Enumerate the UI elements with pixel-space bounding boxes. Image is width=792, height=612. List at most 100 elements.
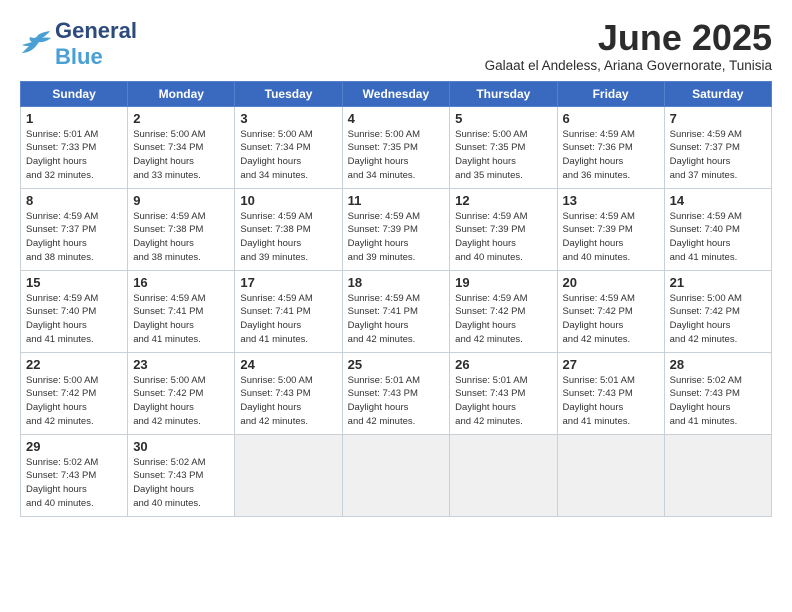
day-info: Sunrise: 4:59 AM Sunset: 7:40 PM Dayligh… [670, 210, 766, 265]
day-number: 26 [455, 357, 551, 372]
day-number: 6 [563, 111, 659, 126]
table-row: 6 Sunrise: 4:59 AM Sunset: 7:36 PM Dayli… [557, 106, 664, 188]
day-number: 3 [240, 111, 336, 126]
day-number: 8 [26, 193, 122, 208]
day-info: Sunrise: 5:00 AM Sunset: 7:43 PM Dayligh… [240, 374, 336, 429]
table-row: 21 Sunrise: 5:00 AM Sunset: 7:42 PM Dayl… [664, 270, 771, 352]
table-row [235, 434, 342, 516]
table-row [450, 434, 557, 516]
table-row: 8 Sunrise: 4:59 AM Sunset: 7:37 PM Dayli… [21, 188, 128, 270]
col-friday: Friday [557, 81, 664, 106]
day-number: 2 [133, 111, 229, 126]
day-info: Sunrise: 5:02 AM Sunset: 7:43 PM Dayligh… [670, 374, 766, 429]
table-row: 11 Sunrise: 4:59 AM Sunset: 7:39 PM Dayl… [342, 188, 450, 270]
day-info: Sunrise: 5:00 AM Sunset: 7:42 PM Dayligh… [670, 292, 766, 347]
table-row: 28 Sunrise: 5:02 AM Sunset: 7:43 PM Dayl… [664, 352, 771, 434]
page: General Blue June 2025 Galaat el Andeles… [0, 0, 792, 531]
day-info: Sunrise: 5:00 AM Sunset: 7:42 PM Dayligh… [133, 374, 229, 429]
table-row: 23 Sunrise: 5:00 AM Sunset: 7:42 PM Dayl… [128, 352, 235, 434]
calendar-table: Sunday Monday Tuesday Wednesday Thursday… [20, 81, 772, 517]
col-wednesday: Wednesday [342, 81, 450, 106]
month-title: June 2025 [485, 18, 772, 58]
day-info: Sunrise: 4:59 AM Sunset: 7:41 PM Dayligh… [240, 292, 336, 347]
col-monday: Monday [128, 81, 235, 106]
day-info: Sunrise: 5:01 AM Sunset: 7:43 PM Dayligh… [348, 374, 445, 429]
day-info: Sunrise: 5:02 AM Sunset: 7:43 PM Dayligh… [133, 456, 229, 511]
table-row: 20 Sunrise: 4:59 AM Sunset: 7:42 PM Dayl… [557, 270, 664, 352]
day-number: 7 [670, 111, 766, 126]
day-number: 21 [670, 275, 766, 290]
day-number: 14 [670, 193, 766, 208]
day-info: Sunrise: 4:59 AM Sunset: 7:42 PM Dayligh… [455, 292, 551, 347]
col-thursday: Thursday [450, 81, 557, 106]
day-info: Sunrise: 4:59 AM Sunset: 7:36 PM Dayligh… [563, 128, 659, 183]
table-row: 18 Sunrise: 4:59 AM Sunset: 7:41 PM Dayl… [342, 270, 450, 352]
table-row: 5 Sunrise: 5:00 AM Sunset: 7:35 PM Dayli… [450, 106, 557, 188]
table-row: 30 Sunrise: 5:02 AM Sunset: 7:43 PM Dayl… [128, 434, 235, 516]
day-number: 17 [240, 275, 336, 290]
table-row: 2 Sunrise: 5:00 AM Sunset: 7:34 PM Dayli… [128, 106, 235, 188]
table-row: 29 Sunrise: 5:02 AM Sunset: 7:43 PM Dayl… [21, 434, 128, 516]
day-number: 9 [133, 193, 229, 208]
logo-general: General [55, 18, 137, 44]
day-number: 16 [133, 275, 229, 290]
day-number: 1 [26, 111, 122, 126]
day-info: Sunrise: 5:01 AM Sunset: 7:43 PM Dayligh… [455, 374, 551, 429]
logo-blue: Blue [55, 44, 103, 69]
table-row: 4 Sunrise: 5:00 AM Sunset: 7:35 PM Dayli… [342, 106, 450, 188]
col-sunday: Sunday [21, 81, 128, 106]
day-number: 12 [455, 193, 551, 208]
table-row: 13 Sunrise: 4:59 AM Sunset: 7:39 PM Dayl… [557, 188, 664, 270]
day-info: Sunrise: 5:01 AM Sunset: 7:33 PM Dayligh… [26, 128, 122, 183]
table-row: 15 Sunrise: 4:59 AM Sunset: 7:40 PM Dayl… [21, 270, 128, 352]
table-row: 1 Sunrise: 5:01 AM Sunset: 7:33 PM Dayli… [21, 106, 128, 188]
day-number: 4 [348, 111, 445, 126]
day-number: 13 [563, 193, 659, 208]
day-number: 27 [563, 357, 659, 372]
day-info: Sunrise: 5:00 AM Sunset: 7:34 PM Dayligh… [240, 128, 336, 183]
logo-bird-icon [20, 31, 52, 57]
header: General Blue June 2025 Galaat el Andeles… [20, 18, 772, 73]
table-row [664, 434, 771, 516]
day-number: 29 [26, 439, 122, 454]
day-number: 23 [133, 357, 229, 372]
table-row: 25 Sunrise: 5:01 AM Sunset: 7:43 PM Dayl… [342, 352, 450, 434]
day-number: 24 [240, 357, 336, 372]
day-info: Sunrise: 4:59 AM Sunset: 7:39 PM Dayligh… [348, 210, 445, 265]
table-row: 3 Sunrise: 5:00 AM Sunset: 7:34 PM Dayli… [235, 106, 342, 188]
day-info: Sunrise: 5:00 AM Sunset: 7:42 PM Dayligh… [26, 374, 122, 429]
day-info: Sunrise: 4:59 AM Sunset: 7:42 PM Dayligh… [563, 292, 659, 347]
day-number: 5 [455, 111, 551, 126]
title-block: June 2025 Galaat el Andeless, Ariana Gov… [485, 18, 772, 73]
day-info: Sunrise: 4:59 AM Sunset: 7:37 PM Dayligh… [670, 128, 766, 183]
day-number: 10 [240, 193, 336, 208]
day-number: 30 [133, 439, 229, 454]
day-info: Sunrise: 5:00 AM Sunset: 7:35 PM Dayligh… [455, 128, 551, 183]
table-row: 9 Sunrise: 4:59 AM Sunset: 7:38 PM Dayli… [128, 188, 235, 270]
table-row [557, 434, 664, 516]
day-number: 19 [455, 275, 551, 290]
day-number: 22 [26, 357, 122, 372]
table-row [342, 434, 450, 516]
day-info: Sunrise: 4:59 AM Sunset: 7:40 PM Dayligh… [26, 292, 122, 347]
day-number: 15 [26, 275, 122, 290]
day-number: 18 [348, 275, 445, 290]
day-info: Sunrise: 5:02 AM Sunset: 7:43 PM Dayligh… [26, 456, 122, 511]
day-number: 11 [348, 193, 445, 208]
day-info: Sunrise: 4:59 AM Sunset: 7:39 PM Dayligh… [563, 210, 659, 265]
table-row: 10 Sunrise: 4:59 AM Sunset: 7:38 PM Dayl… [235, 188, 342, 270]
day-info: Sunrise: 4:59 AM Sunset: 7:39 PM Dayligh… [455, 210, 551, 265]
day-info: Sunrise: 4:59 AM Sunset: 7:41 PM Dayligh… [133, 292, 229, 347]
table-row: 19 Sunrise: 4:59 AM Sunset: 7:42 PM Dayl… [450, 270, 557, 352]
table-row: 17 Sunrise: 4:59 AM Sunset: 7:41 PM Dayl… [235, 270, 342, 352]
day-info: Sunrise: 4:59 AM Sunset: 7:41 PM Dayligh… [348, 292, 445, 347]
table-row: 16 Sunrise: 4:59 AM Sunset: 7:41 PM Dayl… [128, 270, 235, 352]
day-info: Sunrise: 5:00 AM Sunset: 7:34 PM Dayligh… [133, 128, 229, 183]
table-row: 27 Sunrise: 5:01 AM Sunset: 7:43 PM Dayl… [557, 352, 664, 434]
table-row: 26 Sunrise: 5:01 AM Sunset: 7:43 PM Dayl… [450, 352, 557, 434]
col-saturday: Saturday [664, 81, 771, 106]
table-row: 7 Sunrise: 4:59 AM Sunset: 7:37 PM Dayli… [664, 106, 771, 188]
table-row: 12 Sunrise: 4:59 AM Sunset: 7:39 PM Dayl… [450, 188, 557, 270]
day-number: 20 [563, 275, 659, 290]
table-row: 22 Sunrise: 5:00 AM Sunset: 7:42 PM Dayl… [21, 352, 128, 434]
